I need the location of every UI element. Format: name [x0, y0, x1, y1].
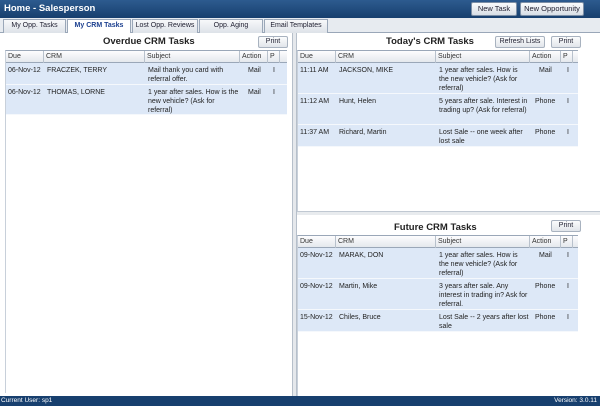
row-action: Phone	[535, 129, 556, 136]
row-action: Phone	[535, 314, 556, 321]
today-panel: Today's CRM Tasks Refresh Lists Print Du…	[297, 33, 600, 211]
row-priority: I	[273, 67, 275, 74]
window-title: Home - Salesperson	[4, 3, 96, 14]
row-subject: 1 year after sales. How is the new vehic…	[148, 89, 239, 114]
row-due: 11:11 AM	[300, 67, 329, 74]
row-due: 09-Nov-12	[300, 252, 333, 259]
row-action: Mail	[248, 89, 261, 96]
future-print-button[interactable]: Print	[551, 220, 581, 232]
table-row[interactable]: 11:11 AM JACKSON, MIKE 1 year after sale…	[298, 63, 578, 94]
row-subject: 5 years after sale. Interest in trading …	[439, 98, 528, 114]
future-panel: Future CRM Tasks Print Due CRM Subject A…	[297, 215, 600, 396]
row-due: 11:37 AM	[300, 129, 330, 136]
col-p[interactable]: P	[561, 236, 573, 248]
col-p[interactable]: P	[561, 51, 573, 63]
today-print-button[interactable]: Print	[551, 36, 581, 48]
row-crm: Martin, Mike	[339, 283, 378, 290]
row-due: 11:12 AM	[300, 98, 330, 105]
row-action: Mail	[539, 67, 552, 74]
row-due: 06-Nov-12	[8, 67, 41, 74]
row-priority: I	[567, 129, 569, 136]
overdue-title: Overdue CRM Tasks	[103, 36, 195, 47]
table-row[interactable]: 15-Nov-12 Chiles, Bruce Lost Sale -- 2 y…	[298, 310, 578, 332]
row-crm: JACKSON, MIKE	[339, 67, 394, 74]
future-title: Future CRM Tasks	[394, 222, 477, 233]
row-action: Phone	[535, 98, 556, 105]
table-row[interactable]: 09-Nov-12 MARAK, DON 1 year after sales.…	[298, 248, 578, 279]
row-subject: 1 year after sales. How is the new vehic…	[439, 67, 518, 92]
row-due: 09-Nov-12	[300, 283, 333, 290]
col-action[interactable]: Action	[240, 51, 268, 63]
tab-content: Overdue CRM Tasks Print Due CRM Subject …	[0, 33, 600, 396]
row-priority: I	[567, 283, 569, 290]
col-action[interactable]: Action	[530, 51, 561, 63]
today-grid[interactable]: Due CRM Subject Action P 11:11 AM JACKSO…	[297, 50, 578, 211]
row-action: Mail	[539, 252, 552, 259]
new-task-button[interactable]: New Task	[471, 2, 517, 16]
grid-header: Due CRM Subject Action P	[6, 51, 287, 63]
row-priority: I	[567, 252, 569, 259]
row-priority: I	[567, 314, 569, 321]
row-crm: Hunt, Helen	[339, 98, 376, 105]
row-subject: 1 year after sales. How is the new vehic…	[439, 252, 518, 277]
refresh-lists-button[interactable]: Refresh Lists	[495, 36, 545, 48]
grid-header: Due CRM Subject Action P	[298, 51, 578, 63]
grid-header: Due CRM Subject Action P	[298, 236, 578, 248]
col-crm[interactable]: CRM	[336, 51, 436, 63]
version-label: Version: 3.0.11	[554, 397, 597, 404]
row-action: Mail	[248, 67, 261, 74]
row-action: Phone	[535, 283, 556, 290]
col-subject[interactable]: Subject	[145, 51, 240, 63]
row-subject: Lost Sale -- one week after lost sale	[439, 129, 523, 145]
row-crm: THOMAS, LORNE	[47, 89, 105, 96]
tab-opp-aging[interactable]: Opp. Aging	[199, 19, 263, 33]
tab-my-opp-tasks[interactable]: My Opp. Tasks	[3, 19, 66, 33]
table-row[interactable]: 09-Nov-12 Martin, Mike 3 years after sal…	[298, 279, 578, 310]
overdue-print-button[interactable]: Print	[258, 36, 288, 48]
future-grid[interactable]: Due CRM Subject Action P 09-Nov-12 MARAK…	[297, 235, 578, 396]
overdue-grid[interactable]: Due CRM Subject Action P 06-Nov-12 FRACZ…	[5, 50, 287, 393]
col-due[interactable]: Due	[298, 51, 336, 63]
row-crm: Chiles, Bruce	[339, 314, 381, 321]
current-user: Current User: sp1	[1, 397, 53, 404]
row-crm: FRACZEK, TERRY	[47, 67, 108, 74]
tab-my-crm-tasks[interactable]: My CRM Tasks	[67, 19, 131, 34]
col-due[interactable]: Due	[6, 51, 44, 63]
col-crm[interactable]: CRM	[44, 51, 145, 63]
title-bar: Home - Salesperson New Task New Opportun…	[0, 0, 600, 18]
tab-lost-opp-reviews[interactable]: Lost Opp. Reviews	[132, 19, 198, 33]
col-subject[interactable]: Subject	[436, 51, 530, 63]
row-priority: I	[273, 89, 275, 96]
row-due: 15-Nov-12	[300, 314, 333, 321]
col-crm[interactable]: CRM	[336, 236, 436, 248]
col-subject[interactable]: Subject	[436, 236, 530, 248]
table-row[interactable]: 11:12 AM Hunt, Helen 5 years after sale.…	[298, 94, 578, 125]
today-title: Today's CRM Tasks	[386, 36, 474, 47]
row-crm: MARAK, DON	[339, 252, 384, 259]
row-priority: I	[567, 67, 569, 74]
status-bar: Current User: sp1 Version: 3.0.11	[0, 396, 600, 406]
row-subject: Lost Sale -- 2 years after lost sale	[439, 314, 529, 330]
tab-email-templates[interactable]: Email Templates	[264, 19, 328, 33]
tab-strip: My Opp. Tasks My CRM Tasks Lost Opp. Rev…	[0, 18, 600, 34]
row-priority: I	[567, 98, 569, 105]
new-opportunity-button[interactable]: New Opportunity	[520, 2, 584, 16]
row-crm: Richard, Martin	[339, 129, 387, 136]
row-subject: Mail thank you card with referral offer.	[148, 67, 224, 83]
table-row[interactable]: 06-Nov-12 THOMAS, LORNE 1 year after sal…	[6, 85, 287, 115]
table-row[interactable]: 06-Nov-12 FRACZEK, TERRY Mail thank you …	[6, 63, 287, 85]
row-due: 06-Nov-12	[8, 89, 41, 96]
row-subject: 3 years after sale. Any interest in trad…	[439, 283, 528, 308]
col-p[interactable]: P	[268, 51, 280, 63]
table-row[interactable]: 11:37 AM Richard, Martin Lost Sale -- on…	[298, 125, 578, 147]
col-action[interactable]: Action	[530, 236, 561, 248]
overdue-panel: Overdue CRM Tasks Print Due CRM Subject …	[0, 33, 292, 396]
col-due[interactable]: Due	[298, 236, 336, 248]
